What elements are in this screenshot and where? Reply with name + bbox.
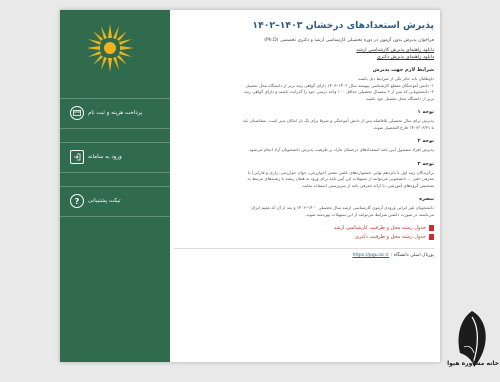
menu-item-support[interactable]: ? تیکت پشتیبانی	[70, 190, 162, 212]
phd-capacity-table-link[interactable]: جدول رشته محل و ظرفیت دکتری	[174, 234, 434, 240]
section-text: پذیرش برای سال تحصیلی بلافاصله پس از دان…	[242, 118, 434, 130]
section-heading: توجه ۲	[417, 138, 434, 144]
section-text: پذیرش افراد مشمول آیین نامه استعدادهای د…	[248, 147, 434, 152]
menu-item-label: پرداخت هزینه و ثبت نام	[88, 110, 143, 116]
masters-capacity-table-link[interactable]: جدول رشته محل و ظرفیت کارشناسی ارشد	[174, 225, 434, 231]
help-icon: ?	[70, 194, 84, 208]
section-heading: توجه ۳	[417, 160, 434, 167]
login-icon	[70, 150, 84, 164]
menu-item-label: تیکت پشتیبانی	[88, 198, 121, 204]
menu-divider	[60, 98, 170, 99]
menu-item-payment[interactable]: پرداخت هزینه و ثبت نام	[70, 102, 162, 124]
pdf-icon	[429, 225, 434, 231]
section-heading: تبصره	[419, 196, 434, 202]
menu-divider	[60, 128, 170, 129]
page-subtitle: فراخوان پذیرش بدون آزمون در دوره تحصیلی …	[264, 38, 434, 43]
section-heading: شرایط لازم جهت پذیرش	[372, 67, 434, 73]
page-title: پذیرش استعدادهای درخشان ۱۴۰۳–۱۴۰۲	[252, 20, 434, 31]
menu-divider	[60, 172, 170, 173]
menu-divider	[60, 216, 170, 217]
download-phd-guide-link[interactable]: دانلود راهنمای پذیرش دکتری	[174, 55, 434, 60]
university-portal-link[interactable]: https://pgu.ac.ir	[353, 253, 390, 258]
pdf-icon	[429, 234, 434, 240]
section-heading: توجه ۱	[417, 109, 434, 115]
watermark-text: خانه مشاوره هیوا	[447, 360, 499, 367]
menu-item-label: ورود به سامانه	[88, 154, 122, 160]
menu-divider	[60, 186, 170, 187]
menu-divider	[60, 142, 170, 143]
university-logo	[86, 24, 134, 72]
section-text: دانشجویان غیر ایرانی ورودی آزمون کارشناس…	[251, 205, 434, 217]
main-content: پذیرش استعدادهای درخشان ۱۴۰۳–۱۴۰۲ فراخوا…	[174, 14, 434, 358]
footer-divider	[174, 248, 434, 249]
footer: پورتال اصلی دانشگاه : https://pgu.ac.ir	[174, 253, 435, 258]
payment-card-icon	[70, 106, 84, 120]
footer-label: پورتال اصلی دانشگاه :	[390, 253, 434, 258]
section-text: برگزیدگان رتبه اول تا پانزدهم نهایی جشنو…	[247, 169, 434, 188]
section-text: داوطلبان باید حائز یکی از شرایط ذیل باشن…	[244, 76, 434, 101]
menu-item-login[interactable]: ورود به سامانه	[70, 146, 162, 168]
admission-card: پرداخت هزینه و ثبت نام ورود به سامانه ? …	[60, 10, 440, 362]
download-masters-guide-link[interactable]: دانلود راهنمای پذیرش کارشناسی ارشد	[174, 48, 434, 53]
sidebar: پرداخت هزینه و ثبت نام ورود به سامانه ? …	[60, 10, 170, 362]
